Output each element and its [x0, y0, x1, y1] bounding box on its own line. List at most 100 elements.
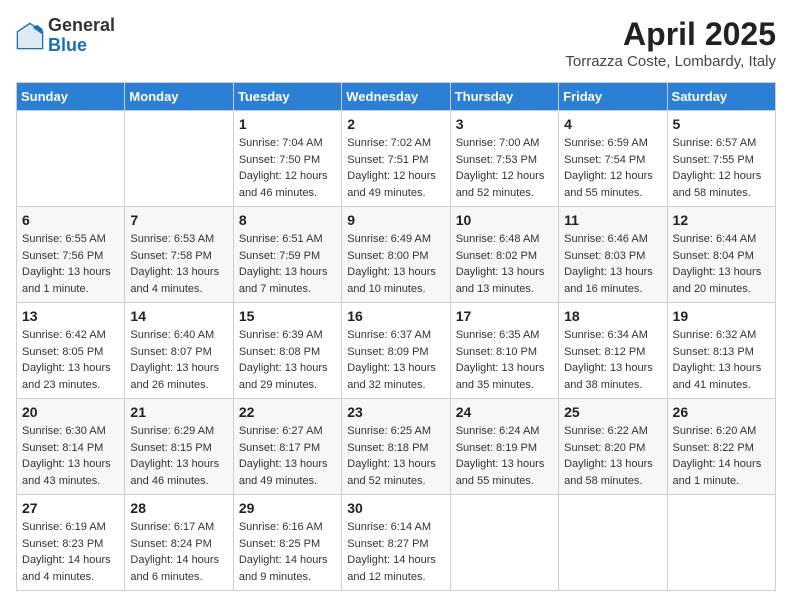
logo: General Blue	[16, 16, 115, 56]
day-info: Sunrise: 6:37 AM Sunset: 8:09 PM Dayligh…	[347, 327, 444, 393]
day-info: Sunrise: 6:35 AM Sunset: 8:10 PM Dayligh…	[456, 327, 553, 393]
day-info: Sunrise: 6:22 AM Sunset: 8:20 PM Dayligh…	[564, 423, 661, 489]
calendar-cell: 11 Sunrise: 6:46 AM Sunset: 8:03 PM Dayli…	[559, 207, 667, 303]
day-number: 10	[456, 212, 553, 228]
day-info: Sunrise: 6:24 AM Sunset: 8:19 PM Dayligh…	[456, 423, 553, 489]
day-info: Sunrise: 7:02 AM Sunset: 7:51 PM Dayligh…	[347, 135, 444, 201]
calendar-cell: 8Sunrise: 6:51 AM Sunset: 7:59 PM Daylig…	[233, 207, 341, 303]
day-info: Sunrise: 6:16 AM Sunset: 8:25 PM Dayligh…	[239, 519, 336, 585]
calendar-cell: 23 Sunrise: 6:25 AM Sunset: 8:18 PM Dayli…	[342, 399, 450, 495]
logo-general: General	[48, 16, 115, 36]
day-number: 13	[22, 308, 119, 324]
day-number: 14	[130, 308, 227, 324]
calendar-cell	[450, 495, 558, 591]
day-number: 26	[673, 404, 770, 420]
calendar-cell: 2 Sunrise: 7:02 AM Sunset: 7:51 PM Daylig…	[342, 111, 450, 207]
calendar-cell: 7 Sunrise: 6:53 AM Sunset: 7:58 PM Daylig…	[125, 207, 233, 303]
page-header: General Blue April 2025 Torrazza Coste, …	[16, 16, 776, 70]
day-number: 23	[347, 404, 444, 420]
calendar-cell: 19 Sunrise: 6:32 AM Sunset: 8:13 PM Dayli…	[667, 303, 775, 399]
calendar-cell: 17 Sunrise: 6:35 AM Sunset: 8:10 PM Dayli…	[450, 303, 558, 399]
day-info: Sunrise: 6:25 AM Sunset: 8:18 PM Dayligh…	[347, 423, 444, 489]
day-info: Sunrise: 6:49 AM Sunset: 8:00 PM Dayligh…	[347, 231, 444, 297]
calendar-cell	[125, 111, 233, 207]
calendar-cell: 21Sunrise: 6:29 AM Sunset: 8:15 PM Dayli…	[125, 399, 233, 495]
location: Torrazza Coste, Lombardy, Italy	[565, 53, 776, 70]
day-info: Sunrise: 6:34 AM Sunset: 8:12 PM Dayligh…	[564, 327, 661, 393]
day-info: Sunrise: 6:20 AM Sunset: 8:22 PM Dayligh…	[673, 423, 770, 489]
day-number: 7	[130, 212, 227, 228]
calendar-cell: 9 Sunrise: 6:49 AM Sunset: 8:00 PM Daylig…	[342, 207, 450, 303]
day-of-week-header: Sunday	[17, 83, 125, 111]
logo-blue: Blue	[48, 36, 115, 56]
day-info: Sunrise: 6:46 AM Sunset: 8:03 PM Dayligh…	[564, 231, 661, 297]
day-of-week-header: Monday	[125, 83, 233, 111]
calendar-cell: 24 Sunrise: 6:24 AM Sunset: 8:19 PM Dayli…	[450, 399, 558, 495]
calendar-cell: 18 Sunrise: 6:34 AM Sunset: 8:12 PM Dayli…	[559, 303, 667, 399]
day-number: 24	[456, 404, 553, 420]
day-number: 2	[347, 116, 444, 132]
calendar-week-row: 6 Sunrise: 6:55 AM Sunset: 7:56 PM Daylig…	[17, 207, 776, 303]
calendar-cell: 27Sunrise: 6:19 AM Sunset: 8:23 PM Dayli…	[17, 495, 125, 591]
day-number: 30	[347, 500, 444, 516]
calendar-cell: 26 Sunrise: 6:20 AM Sunset: 8:22 PM Dayli…	[667, 399, 775, 495]
calendar-week-row: 1Sunrise: 7:04 AM Sunset: 7:50 PM Daylig…	[17, 111, 776, 207]
day-number: 16	[347, 308, 444, 324]
day-number: 18	[564, 308, 661, 324]
calendar-cell: 22 Sunrise: 6:27 AM Sunset: 8:17 PM Dayli…	[233, 399, 341, 495]
calendar-cell: 13 Sunrise: 6:42 AM Sunset: 8:05 PM Dayli…	[17, 303, 125, 399]
calendar-cell	[667, 495, 775, 591]
day-info: Sunrise: 6:51 AM Sunset: 7:59 PM Dayligh…	[239, 231, 336, 297]
logo-text: General Blue	[48, 16, 115, 56]
day-number: 19	[673, 308, 770, 324]
day-info: Sunrise: 6:59 AM Sunset: 7:54 PM Dayligh…	[564, 135, 661, 201]
day-info: Sunrise: 6:57 AM Sunset: 7:55 PM Dayligh…	[673, 135, 770, 201]
day-info: Sunrise: 6:39 AM Sunset: 8:08 PM Dayligh…	[239, 327, 336, 393]
day-number: 22	[239, 404, 336, 420]
day-info: Sunrise: 6:53 AM Sunset: 7:58 PM Dayligh…	[130, 231, 227, 297]
day-number: 17	[456, 308, 553, 324]
day-info: Sunrise: 6:30 AM Sunset: 8:14 PM Dayligh…	[22, 423, 119, 489]
day-number: 5	[673, 116, 770, 132]
calendar-body: 1Sunrise: 7:04 AM Sunset: 7:50 PM Daylig…	[17, 111, 776, 591]
day-number: 12	[673, 212, 770, 228]
day-info: Sunrise: 6:42 AM Sunset: 8:05 PM Dayligh…	[22, 327, 119, 393]
calendar-cell	[17, 111, 125, 207]
calendar-cell: 14 Sunrise: 6:40 AM Sunset: 8:07 PM Dayli…	[125, 303, 233, 399]
day-info: Sunrise: 6:29 AM Sunset: 8:15 PM Dayligh…	[130, 423, 227, 489]
day-of-week-header: Tuesday	[233, 83, 341, 111]
header-row: SundayMondayTuesdayWednesdayThursdayFrid…	[17, 83, 776, 111]
calendar-cell: 12Sunrise: 6:44 AM Sunset: 8:04 PM Dayli…	[667, 207, 775, 303]
day-info: Sunrise: 6:55 AM Sunset: 7:56 PM Dayligh…	[22, 231, 119, 297]
day-number: 11	[564, 212, 661, 228]
calendar-week-row: 20 Sunrise: 6:30 AM Sunset: 8:14 PM Dayli…	[17, 399, 776, 495]
calendar-cell	[559, 495, 667, 591]
day-number: 9	[347, 212, 444, 228]
calendar-cell: 20 Sunrise: 6:30 AM Sunset: 8:14 PM Dayli…	[17, 399, 125, 495]
day-info: Sunrise: 7:04 AM Sunset: 7:50 PM Dayligh…	[239, 135, 336, 201]
calendar-week-row: 27Sunrise: 6:19 AM Sunset: 8:23 PM Dayli…	[17, 495, 776, 591]
day-number: 3	[456, 116, 553, 132]
day-number: 6	[22, 212, 119, 228]
day-number: 20	[22, 404, 119, 420]
calendar-cell: 15 Sunrise: 6:39 AM Sunset: 8:08 PM Dayli…	[233, 303, 341, 399]
day-number: 28	[130, 500, 227, 516]
month-title: April 2025	[565, 16, 776, 53]
day-number: 15	[239, 308, 336, 324]
calendar-cell: 16 Sunrise: 6:37 AM Sunset: 8:09 PM Dayli…	[342, 303, 450, 399]
day-of-week-header: Saturday	[667, 83, 775, 111]
calendar-cell: 1Sunrise: 7:04 AM Sunset: 7:50 PM Daylig…	[233, 111, 341, 207]
day-info: Sunrise: 6:17 AM Sunset: 8:24 PM Dayligh…	[130, 519, 227, 585]
calendar-cell: 30 Sunrise: 6:14 AM Sunset: 8:27 PM Dayli…	[342, 495, 450, 591]
day-info: Sunrise: 6:32 AM Sunset: 8:13 PM Dayligh…	[673, 327, 770, 393]
day-info: Sunrise: 7:00 AM Sunset: 7:53 PM Dayligh…	[456, 135, 553, 201]
calendar-cell: 25Sunrise: 6:22 AM Sunset: 8:20 PM Dayli…	[559, 399, 667, 495]
calendar-cell: 10Sunrise: 6:48 AM Sunset: 8:02 PM Dayli…	[450, 207, 558, 303]
day-info: Sunrise: 6:40 AM Sunset: 8:07 PM Dayligh…	[130, 327, 227, 393]
day-number: 29	[239, 500, 336, 516]
calendar-cell: 6 Sunrise: 6:55 AM Sunset: 7:56 PM Daylig…	[17, 207, 125, 303]
day-info: Sunrise: 6:19 AM Sunset: 8:23 PM Dayligh…	[22, 519, 119, 585]
day-info: Sunrise: 6:27 AM Sunset: 8:17 PM Dayligh…	[239, 423, 336, 489]
day-of-week-header: Wednesday	[342, 83, 450, 111]
day-info: Sunrise: 6:14 AM Sunset: 8:27 PM Dayligh…	[347, 519, 444, 585]
